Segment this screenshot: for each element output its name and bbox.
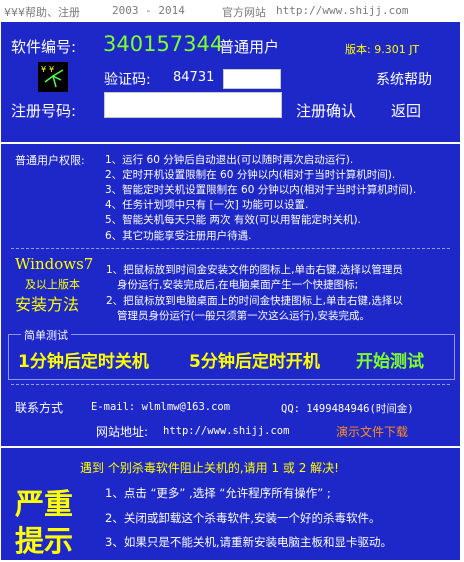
start-test-button[interactable]: 开始测试 [356,347,424,372]
software-id: 340157344 [103,32,224,56]
rule-item: 4、任务计划项中只有 [一次] 功能可以设置. [105,199,309,211]
divider [11,248,450,249]
warning-step: 3、如果只是不能关机,请重新安装电脑主板和显卡驱动。 [105,535,392,549]
rule-item: 1、运行 60 分钟后自动退出(可以随时再次启动运行). [105,154,354,166]
rule-item: 2、定时开机设置限制在 60 分钟以内(相对于当时计算机时间). [105,169,396,181]
install-step-line: 身份运行,安装完成后,在电脑桌面产生一个快捷图标; [117,279,359,291]
rule-item: 6、其它功能享受注册用户待遇. [105,230,252,242]
install-step-line: 1、把鼠标放到时间金安装文件的图标上,单击右键,选择以管理员 [106,264,403,276]
software-id-label: 软件编号: [11,38,77,56]
startup-5min-button[interactable]: 5分钟后定时开机 [189,347,320,372]
verify-code-label: 验证码: [104,72,151,88]
register-number-input[interactable] [104,92,282,118]
rules-title: 普通用户权限: [15,154,85,167]
warning-step: 2、关闭或卸载这个杀毒软件,安装一个好的杀毒软件。 [105,511,381,525]
version-above-label: 及以上版本 [25,278,80,291]
back-button[interactable]: 返回 [391,100,421,121]
install-step-line: 管理员身份运行(一般只须第一次这么运行),安装完成。 [117,310,371,322]
svg-text:¥: ¥ [41,65,46,74]
help-register-menu[interactable]: ¥¥¥帮助、注册 [4,4,80,20]
official-site-label[interactable]: 官方网站 [222,4,266,20]
system-help-button[interactable]: 系统帮助 [376,69,432,89]
contact-label: 联系方式 [15,401,64,415]
svg-text:¥: ¥ [49,65,54,74]
website-label: 网站地址: [96,425,149,439]
contact-email: E-mail: wlmlmw@163.com [91,401,231,413]
register-confirm-button[interactable]: 注册确认 [296,100,356,121]
official-site-url[interactable]: http://www.shijj.com [276,4,408,17]
shutdown-1min-button[interactable]: 1分钟后定时关机 [18,347,149,372]
divider [11,384,450,385]
verify-code: 84731 [173,70,215,85]
registration-panel: 软件编号: 340157344 普通用户 版本: 9.301 JT ¥ ¥ 验证… [1,22,460,142]
warning-intro: 遇到 个别杀毒软件阻止关机的,请用 1 或 2 解决! [80,461,339,475]
version-label: 版本: 9.301 JT [345,43,420,56]
copyright-years: 2003 - 2014 [112,4,185,17]
website-url-link[interactable]: http://www.shijj.com [163,425,289,437]
logo-icon: ¥ ¥ [38,62,68,92]
title-bar: ¥¥¥帮助、注册 2003 - 2014 官方网站 http://www.shi… [0,0,464,22]
rule-item: 5、智能关机每天只能 两次 有效(可以用智能定时关机). [105,214,361,226]
info-panel: 普通用户权限: 1、运行 60 分钟后自动退出(可以随时再次启动运行). 2、定… [1,144,460,446]
verify-code-input[interactable] [223,69,281,89]
register-number-label: 注册号码: [11,102,77,120]
app-window: ¥¥¥帮助、注册 2003 - 2014 官方网站 http://www.shi… [0,0,464,562]
warning-step: 1、点击 “更多” ,选择 “允许程序所有操作” ; [105,486,331,500]
install-method-label: 安装方法 [15,295,80,314]
warning-panel: 遇到 个别杀毒软件阻止关机的,请用 1 或 2 解决! 严重 提示 1、点击 “… [1,448,460,560]
windows7-label: Windows7 [15,255,94,273]
install-step-line: 2、把鼠标放到电脑桌面上的时间金快捷图标上,单击右键,选择以 [106,295,403,307]
severe-label: 严重 [15,487,74,521]
contact-qq: QQ: 1499484946(时间金) [281,403,414,415]
notice-label: 提示 [15,524,74,558]
rule-item: 3、智能定时关机设置限制在 60 分钟以内(相对于当时计算机时间). [105,184,417,196]
demo-download-link[interactable]: 演示文件下载 [336,423,408,440]
test-legend: 简单测试 [21,327,71,343]
user-type: 普通用户 [219,38,280,56]
